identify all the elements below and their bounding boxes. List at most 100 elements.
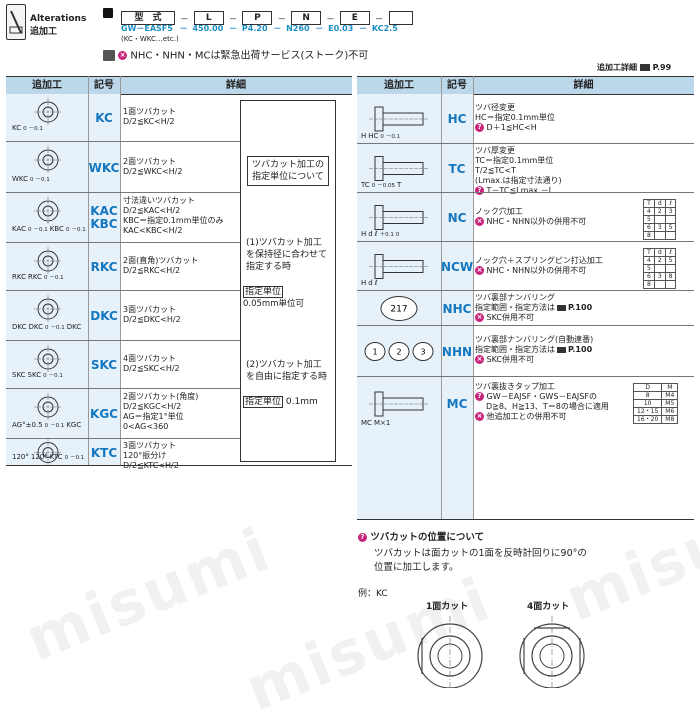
spec-table-cell: 8 (643, 231, 655, 240)
detail-line: ツバ径変更 (475, 103, 555, 113)
table-row: MC M×1 MC ツバ裏抜きタップ加工? GW－EAJSF・GWS－EAJSFの D≧… (357, 376, 694, 431)
spec-table-head: T (643, 248, 655, 257)
spec-table-cell: M5 (661, 399, 679, 408)
alteration-detail: 2面(直角)ツバカット D/2≦RKC<H/2 (123, 256, 198, 276)
detail-link[interactable]: 追加工詳細 P.99 (597, 62, 671, 73)
unit-value: 0.1mm (285, 397, 318, 407)
dimension-label: －0.1 (49, 275, 64, 281)
dimension-label: 0 (23, 126, 27, 132)
position-note-title: ツバカットの位置について (370, 532, 485, 543)
restriction-text: NHC・NHN以外の併用不可 (486, 216, 587, 226)
detail-line: 指定範囲・指定方法は P.100 (475, 345, 593, 355)
unit-label: 指定単位 (243, 286, 284, 298)
dimension-label: KC (12, 124, 22, 132)
unit-value: 0.05mm単位可 (243, 299, 304, 309)
detail-line: D/2≦WKC<H/2 (123, 166, 183, 176)
dimension-label: H (361, 132, 367, 140)
alteration-detail: 3面ツバカット D/2≦DKC<H/2 (123, 305, 181, 325)
alteration-code: WKC (88, 160, 120, 175)
info-icon: ? (358, 533, 367, 542)
alteration-detail: ツバ裏抜きタップ加工? GW－EAJSF・GWS－EAJSFの D≧8、H≧13、… (475, 382, 609, 422)
alteration-detail: ノック穴加工 × NHC・NHN以外の併用不可 (475, 207, 586, 227)
spec-table-head: ℓ (664, 248, 677, 257)
alteration-drawing: 1 2 3 (364, 342, 434, 361)
unit-note-case1: (1)ツバカット加工を保持径に合わせて指定する時 (246, 238, 328, 272)
page-ref-icon (557, 304, 566, 311)
detail-line: ツバ裏抜きタップ加工 (475, 382, 609, 392)
spec-table-cell: 16・20 (632, 415, 663, 424)
prohibited-icon: × (475, 412, 484, 421)
detail-line: 2面ツバカット(角度) (123, 392, 199, 401)
notice-text: NHC・NHN・MCは緊急出荷サービス(ストーク)不可 (130, 50, 369, 62)
spec-table-cell: 2 (653, 256, 666, 265)
alteration-detail: 2面ツバカット(角度) D/2≦KGC<H/2 AG＝指定1°単位 0<AG<360 (123, 392, 198, 432)
detail-line: ノック穴加工 (475, 207, 586, 217)
alteration-code: MC (446, 397, 468, 411)
svg-text:3: 3 (420, 348, 425, 357)
alteration-detail: ツバ裏部ナンバリング(自動連番) 指定範囲・指定方法は P.100 × SKC併用不可 (475, 335, 593, 365)
spec-table-cell: 6 (643, 223, 655, 232)
table-row: 217 NHC ツバ裏部ナンバリング 指定範囲・指定方法は P.100 × SKC併用不可 (357, 290, 694, 326)
dimension-label: 0 (395, 232, 400, 238)
spec-table-cell (653, 231, 666, 240)
detail-link-label: 追加工詳細 (597, 63, 637, 72)
spec-table-head: D (632, 383, 663, 392)
table-header: 追加工 記号 詳細 (6, 76, 352, 95)
alteration-detail: 3面ツバカット 120°振分け D/2≦KTC<H/2 (123, 441, 179, 471)
dimension-label: KAC (12, 225, 27, 233)
spec-table-head: d (653, 199, 666, 208)
example-icon (103, 8, 113, 18)
alteration-drawing (34, 98, 62, 126)
page-link[interactable]: P.100 (568, 303, 592, 312)
col-header-code: 記号 (447, 80, 467, 91)
alteration-code: RKC (90, 260, 118, 274)
detail-line: D/2≦KGC<H/2 (123, 402, 182, 411)
detail-line: 3面ツバカット (123, 441, 177, 450)
spec-table-head: T (643, 199, 655, 208)
svg-text:217: 217 (390, 305, 407, 315)
alteration-detail: ノック穴＋スプリングピン打込加工 × NHC・NHN以外の併用不可 (475, 256, 603, 276)
prohibited-icon: × (475, 355, 484, 364)
alteration-detail: 1面ツバカット D/2≦KC<H/2 (123, 107, 176, 127)
page-link[interactable]: P.100 (568, 345, 592, 354)
dimension-label: 0 (28, 227, 32, 233)
dimension-label: ℓ (374, 230, 378, 238)
svg-text:1: 1 (372, 348, 377, 357)
spec-table: D M 8 M4 10 M5 12・15 M6 16・20 M8 (632, 383, 679, 424)
alterations-label-jp: 追加工 (30, 27, 58, 37)
table-row: Hd ℓ ＋0.1 0 NC ノック穴加工 × NHC・NHN以外の併用不可 Td ℓ 4 2 3 5 6… (357, 192, 694, 242)
spec-table-cell: 5 (643, 264, 655, 273)
restriction-line: × SKC併用不可 (475, 313, 592, 323)
dimension-label: RKC (12, 273, 26, 281)
spec-table-cell: 4 (643, 207, 655, 216)
detail-line: 寸法違いツバカット (123, 196, 195, 205)
info-icon: ? (475, 122, 484, 132)
alteration-drawing (34, 345, 62, 373)
dimension-label: 0 (64, 455, 69, 461)
watermark: misumi (16, 514, 281, 676)
dimension-label: M×1 (373, 419, 391, 427)
alteration-drawing (34, 146, 62, 174)
dimension-label: －0.1 (385, 134, 401, 140)
table-header: 追加工 記号 詳細 (357, 76, 694, 95)
spec-table-cell: 3 (653, 223, 666, 232)
part-suffix: (KC・WKC…etc.) (121, 35, 179, 43)
cut-unit-note: ツバカット加工の指定単位について (1)ツバカット加工を保持径に合わせて指定する… (240, 100, 336, 462)
alterations-header: Alterations 追加工 (6, 4, 96, 44)
detail-line: 2面(直角)ツバカット (123, 256, 199, 265)
spec-table-cell: 10 (632, 399, 663, 408)
dimension-label: KBC (49, 225, 64, 233)
spec-table-cell: 8 (643, 280, 655, 289)
spec-table-head: ℓ (664, 199, 677, 208)
dimension-label: －0.1 (35, 177, 50, 183)
detail-line: ノック穴＋スプリングピン打込加工 (475, 256, 603, 266)
detail-line: (Lmax.は指定寸法通り) (475, 176, 562, 186)
unit-note-title: ツバカット加工の指定単位について (247, 156, 329, 186)
dimension-label: d (368, 279, 373, 287)
dimension-label: SKC (12, 371, 26, 379)
spec-table-cell: 5 (664, 256, 677, 265)
dimension-label: －0.1 (28, 126, 43, 132)
spec-table-cell (664, 215, 677, 224)
dimension-label: 0 (43, 275, 48, 281)
detail-line: ツバ裏部ナンバリング (475, 293, 592, 303)
